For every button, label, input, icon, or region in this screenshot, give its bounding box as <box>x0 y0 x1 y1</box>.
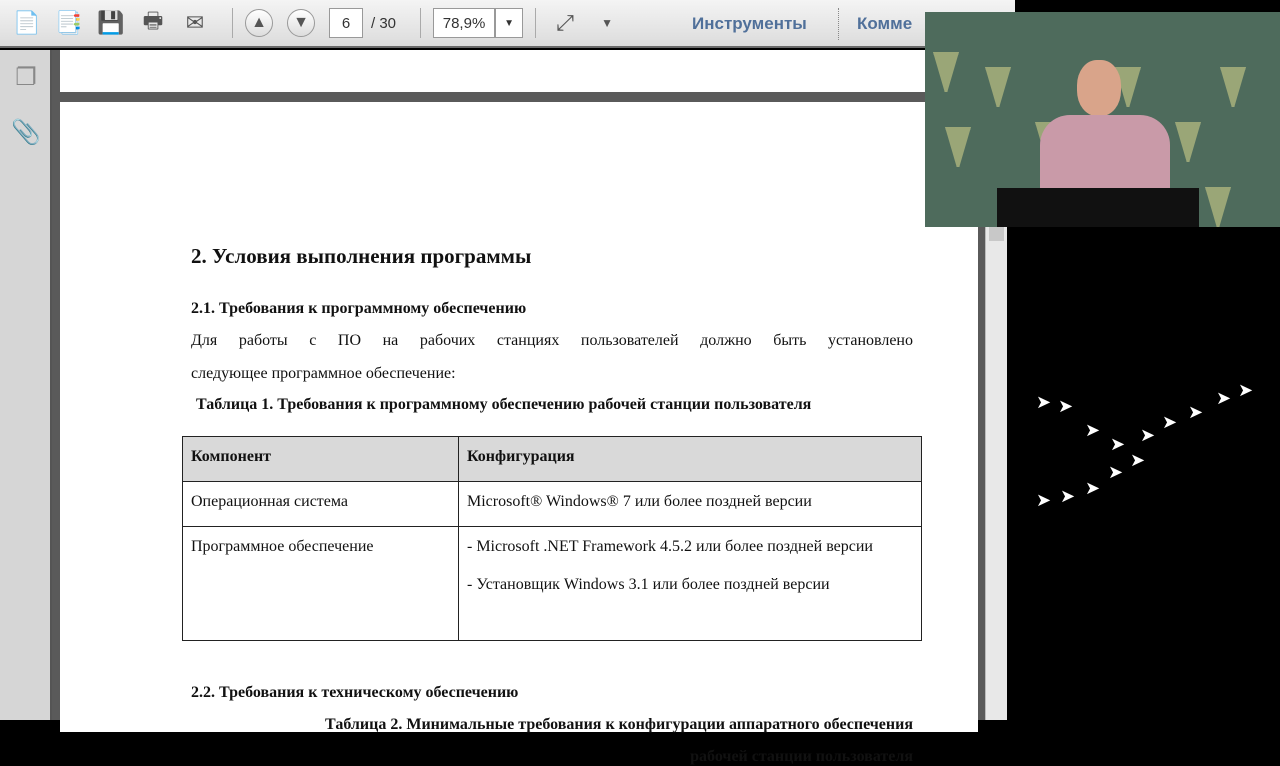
save-icon[interactable]: 💾 <box>94 6 128 40</box>
cell-line: - Установщик Windows 3.1 или более поздн… <box>467 576 830 593</box>
previous-page <box>60 50 978 92</box>
divider <box>420 8 422 38</box>
monitor <box>997 188 1199 227</box>
requirements-table: Компонент Конфигурация Операционная систе… <box>182 436 922 641</box>
subsection-title: 2.1. Требования к программному обеспечен… <box>191 300 527 317</box>
comments-tab[interactable]: Комме <box>857 14 912 34</box>
page-number-input[interactable]: 6 <box>329 8 363 38</box>
edit-pdf-icon[interactable]: 📑 <box>52 6 86 40</box>
email-icon[interactable]: ✉ <box>178 6 212 40</box>
column-header: Компонент <box>182 436 459 482</box>
fit-page-icon[interactable]: ⤢ <box>548 6 582 40</box>
webcam-overlay <box>925 12 1280 227</box>
logo-icon <box>945 127 971 167</box>
navigation-pane: ❐ 📎 <box>0 50 52 720</box>
pages-icon[interactable]: ❐ <box>0 50 52 105</box>
document-area: 2. Условия выполнения программы 2.1. Тре… <box>52 50 985 765</box>
logo-icon <box>1220 67 1246 107</box>
more-tools-icon[interactable]: ▼ <box>590 6 624 40</box>
attachments-icon[interactable]: 📎 <box>0 105 52 160</box>
logo-icon <box>1205 187 1231 227</box>
divider <box>535 8 537 38</box>
table-row: Операционная система Microsoft® Windows® … <box>182 481 922 527</box>
toolbar: 📄 📑 💾 🖶 ✉ ▲ ▼ 6 / 30 78,9% ▼ ⤢ ▼ Инструм… <box>0 0 1015 48</box>
column-header: Конфигурация <box>458 436 922 482</box>
table-cell: Microsoft® Windows® 7 или более поздней … <box>458 481 922 527</box>
table-cell: - Microsoft .NET Framework 4.5.2 или бол… <box>458 526 922 641</box>
zoom-input[interactable]: 78,9% <box>433 8 496 38</box>
prev-page-button[interactable]: ▲ <box>245 9 273 37</box>
table-cell: Операционная система <box>182 481 459 527</box>
section-title: 2. Условия выполнения программы <box>191 244 532 268</box>
divider <box>838 8 839 40</box>
scroll-thumb[interactable] <box>989 225 1004 241</box>
table-row: Программное обеспечение - Microsoft .NET … <box>182 526 922 641</box>
table-caption: Таблица 1. Требования к программному обе… <box>196 396 812 413</box>
table-caption: рабочей станции пользователя <box>690 748 913 765</box>
paragraph: следующее программное обеспечение: <box>191 365 456 382</box>
tools-tab[interactable]: Инструменты <box>692 14 807 34</box>
page-total: / 30 <box>371 14 397 32</box>
table-cell: Программное обеспечение <box>182 526 459 641</box>
subsection-title: 2.2. Требования к техническому обеспечен… <box>191 684 519 701</box>
divider <box>232 8 233 38</box>
logo-icon <box>985 67 1011 107</box>
logo-icon <box>933 52 959 92</box>
pdf-page: 2. Условия выполнения программы 2.1. Тре… <box>60 102 978 765</box>
table-caption: Таблица 2. Минимальные требования к конф… <box>325 716 913 733</box>
next-page-button[interactable]: ▼ <box>287 9 315 37</box>
cell-line: - Microsoft .NET Framework 4.5.2 или бол… <box>467 538 873 555</box>
logo-icon <box>1175 122 1201 162</box>
create-pdf-icon[interactable]: 📄 <box>10 6 44 40</box>
zoom-dropdown-icon[interactable]: ▼ <box>495 8 524 38</box>
paragraph: Для работы с ПО на рабочих станциях поль… <box>191 332 913 349</box>
print-icon[interactable]: 🖶 <box>136 6 170 40</box>
